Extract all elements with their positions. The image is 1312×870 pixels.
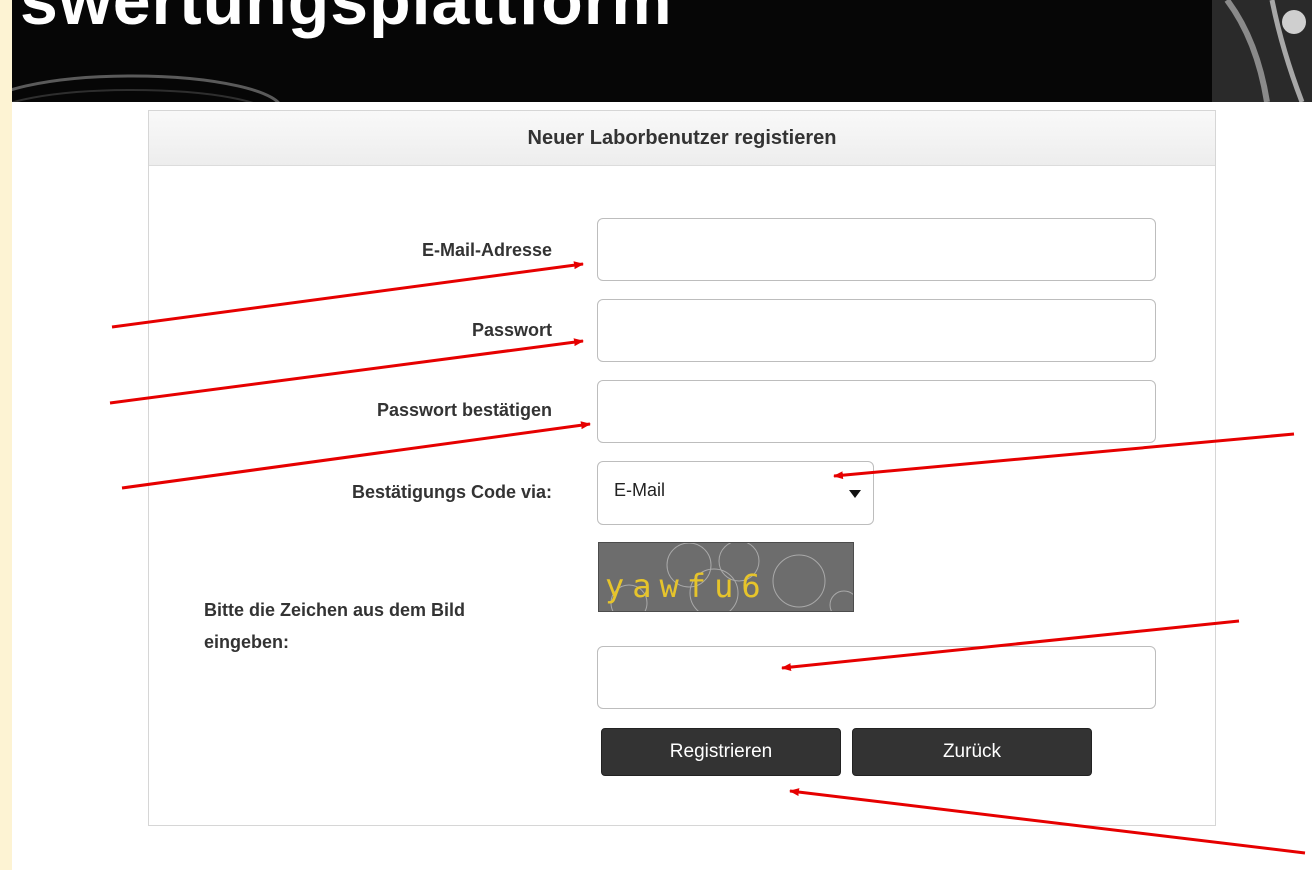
- password-field[interactable]: [597, 299, 1156, 362]
- confirm-password-label: Passwort bestätigen: [376, 400, 552, 420]
- email-label: E-Mail-Adresse: [421, 240, 552, 260]
- page: swertungsplattform Neuer Laborbenutzer r…: [0, 0, 1312, 870]
- caret-down-icon: [849, 490, 861, 498]
- register-button[interactable]: Registrieren: [601, 728, 841, 776]
- code-via-select[interactable]: E-Mail: [597, 461, 874, 525]
- captcha-label-line2: eingeben:: [204, 632, 290, 652]
- captcha-text: yawfu6: [605, 567, 769, 605]
- captcha-label-line1: Bitte die Zeichen aus dem Bild: [204, 600, 466, 620]
- back-button[interactable]: Zurück: [852, 728, 1092, 776]
- captcha-image: yawfu6: [598, 542, 854, 612]
- code-via-label: Bestätigungs Code via:: [351, 482, 552, 502]
- password-label: Passwort: [471, 320, 552, 340]
- captcha-input[interactable]: [597, 646, 1156, 709]
- banner-title: swertungsplattform: [20, 0, 673, 39]
- panel-title: Neuer Laborbenutzer registieren: [149, 111, 1215, 166]
- header-banner: swertungsplattform: [12, 0, 1312, 102]
- code-via-selected: E-Mail: [614, 480, 666, 500]
- email-field[interactable]: [597, 218, 1156, 281]
- confirm-password-field[interactable]: [597, 380, 1156, 443]
